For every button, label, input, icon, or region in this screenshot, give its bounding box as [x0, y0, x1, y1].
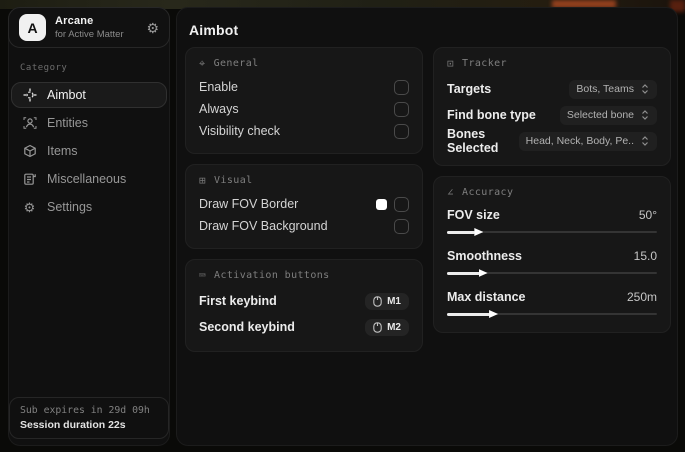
- category-label: Category: [20, 63, 68, 73]
- sidebar-item-items[interactable]: Items: [11, 138, 167, 164]
- session-duration-text: Session duration 22s: [20, 419, 126, 431]
- setting-row-draw-fov-background: Draw FOV Background: [199, 215, 409, 237]
- sidebar-item-aimbot[interactable]: Aimbot: [11, 82, 167, 108]
- subscription-info-box: Sub expires in 29d 09h Session duration …: [9, 397, 169, 439]
- card-activation-header: ⌨ Activation buttons: [199, 270, 409, 281]
- draw-fov-border-checkbox[interactable]: [394, 196, 409, 212]
- sidebar-item-label: Miscellaneous: [47, 172, 127, 186]
- max-distance-value: 250m: [626, 290, 657, 304]
- sidebar-item-label: Items: [47, 144, 78, 158]
- person-scan-icon: [22, 116, 37, 131]
- right-column: ⊡ Tracker Targets Bots, Teams Find bone …: [433, 47, 671, 343]
- select-arrows-icon: [642, 136, 648, 146]
- settings-gear-icon[interactable]: ⚙: [146, 21, 159, 35]
- tracker-icon: ⊡: [447, 57, 455, 70]
- brand-text: Arcane for Active Matter: [55, 15, 124, 40]
- sidebar: A Arcane for Active Matter ⚙ Category Ai…: [8, 7, 170, 446]
- sub-expires-text: Sub expires in 29d 09h: [20, 405, 150, 416]
- second-keybind-button[interactable]: M2: [365, 318, 409, 336]
- find-bone-type-dropdown[interactable]: Selected bone: [559, 105, 657, 125]
- setting-row-bones-selected: Bones Selected Head, Neck, Body, Pe..: [447, 127, 657, 155]
- bones-selected-dropdown[interactable]: Head, Neck, Body, Pe..: [518, 131, 657, 151]
- enable-checkbox[interactable]: [394, 79, 409, 95]
- slider-thumb[interactable]: [478, 269, 488, 277]
- setting-row-visibility-check: Visibility check: [199, 120, 409, 142]
- setting-row-second-keybind: Second keybind M2: [199, 314, 409, 340]
- setting-row-find-bone-type: Find bone type Selected bone: [447, 102, 657, 128]
- first-keybind-button[interactable]: M1: [365, 292, 409, 310]
- brand-card: A Arcane for Active Matter ⚙: [8, 7, 170, 48]
- smoothness-value: 15.0: [633, 249, 657, 263]
- setting-row-first-keybind: First keybind M1: [199, 288, 409, 314]
- card-accuracy: ∠ Accuracy FOV size 50° Smoothness 15.0: [433, 176, 671, 333]
- card-tracker: ⊡ Tracker Targets Bots, Teams Find bone …: [433, 47, 671, 166]
- dropdown-value: Head, Neck, Body, Pe..: [525, 135, 634, 147]
- page-title: Aimbot: [189, 22, 239, 38]
- targets-dropdown[interactable]: Bots, Teams: [569, 79, 657, 99]
- card-accuracy-header: ∠ Accuracy: [447, 187, 657, 198]
- sidebar-item-miscellaneous[interactable]: Miscellaneous: [11, 166, 167, 192]
- cube-icon: [22, 144, 37, 159]
- select-arrows-icon: [642, 110, 648, 120]
- keybind-value: M2: [387, 321, 401, 333]
- dropdown-value: Selected bone: [566, 109, 634, 121]
- list-icon: [22, 172, 37, 187]
- max-distance-slider[interactable]: [447, 309, 657, 319]
- card-visual-header: ⊞ Visual: [199, 175, 409, 186]
- card-general-header: ⌖ General: [199, 58, 409, 69]
- brand-subtitle: for Active Matter: [55, 29, 124, 40]
- card-tracker-header: ⊡ Tracker: [447, 58, 657, 69]
- sidebar-item-label: Settings: [47, 200, 93, 214]
- dropdown-value: Bots, Teams: [576, 83, 634, 95]
- setting-row-fov-size: FOV size 50°: [447, 205, 657, 237]
- card-title: Accuracy: [462, 187, 514, 198]
- card-title: General: [213, 58, 259, 69]
- grid-icon: ⊞: [199, 174, 207, 187]
- keyboard-icon: ⌨: [199, 269, 207, 282]
- main-panel: Aimbot ⌖ General Enable Always Visibilit…: [176, 7, 678, 446]
- card-title: Tracker: [462, 58, 507, 69]
- sidebar-item-settings[interactable]: ⚙ Settings: [11, 194, 167, 220]
- slider-thumb[interactable]: [474, 228, 484, 236]
- brand-logo-letter: A: [27, 19, 38, 36]
- left-column: ⌖ General Enable Always Visibility check…: [185, 47, 423, 362]
- card-title: Visual: [214, 175, 253, 186]
- fov-border-color-swatch[interactable]: [376, 198, 387, 210]
- setting-row-smoothness: Smoothness 15.0: [447, 246, 657, 278]
- gear-icon: ⚙: [23, 199, 36, 215]
- target-icon: ⌖: [199, 57, 206, 70]
- card-title: Activation buttons: [214, 270, 330, 281]
- fov-size-value: 50°: [638, 208, 657, 222]
- draw-fov-background-checkbox[interactable]: [394, 218, 409, 234]
- angle-icon: ∠: [447, 186, 455, 199]
- card-general: ⌖ General Enable Always Visibility check: [185, 47, 423, 154]
- setting-row-targets: Targets Bots, Teams: [447, 76, 657, 102]
- fov-size-slider[interactable]: [447, 227, 657, 237]
- sidebar-item-label: Aimbot: [47, 88, 86, 102]
- smoothness-slider[interactable]: [447, 268, 657, 278]
- setting-row-max-distance: Max distance 250m: [447, 287, 657, 319]
- sidebar-item-label: Entities: [47, 116, 88, 130]
- sidebar-item-entities[interactable]: Entities: [11, 110, 167, 136]
- select-arrows-icon: [642, 84, 648, 94]
- card-visual: ⊞ Visual Draw FOV Border Draw FOV Backgr…: [185, 164, 423, 249]
- setting-row-draw-fov-border: Draw FOV Border: [199, 193, 409, 215]
- setting-row-enable: Enable: [199, 76, 409, 98]
- brand-logo: A: [19, 14, 46, 41]
- card-activation-buttons: ⌨ Activation buttons First keybind M1 Se…: [185, 259, 423, 352]
- setting-row-always: Always: [199, 98, 409, 120]
- slider-thumb[interactable]: [489, 310, 499, 318]
- crosshair-icon: [22, 88, 37, 103]
- mouse-icon: [373, 295, 382, 307]
- brand-name: Arcane: [55, 15, 94, 27]
- mouse-icon: [373, 321, 382, 333]
- visibility-check-checkbox[interactable]: [394, 123, 409, 139]
- always-checkbox[interactable]: [394, 101, 409, 117]
- keybind-value: M1: [387, 295, 401, 307]
